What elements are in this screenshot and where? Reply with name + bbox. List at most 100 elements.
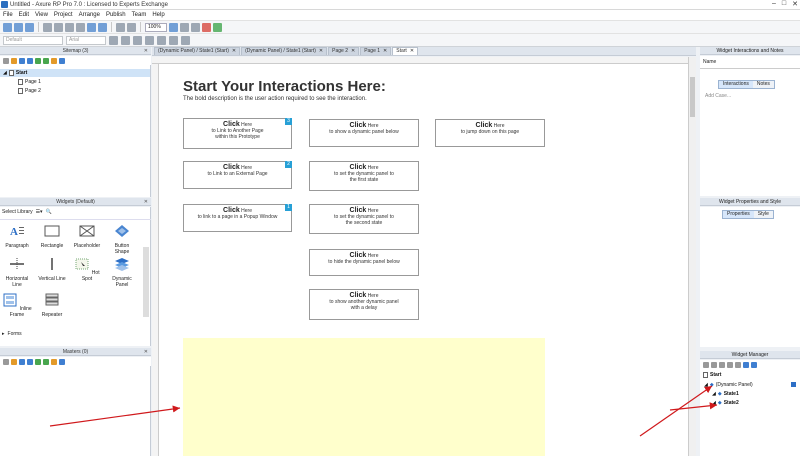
widget-rectangle[interactable]: Rectangle <box>37 224 67 249</box>
link-popup-window-card[interactable]: Click Here to link to a page in a Popup … <box>183 204 292 232</box>
tab-interactions[interactable]: Interactions <box>719 81 753 88</box>
widget-paragraph[interactable]: A Paragraph <box>2 224 32 249</box>
add-master-icon[interactable] <box>3 358 9 365</box>
delete-icon[interactable] <box>735 361 741 368</box>
close-icon[interactable]: ✕ <box>144 348 148 356</box>
zoom-select[interactable]: 100% <box>145 22 167 32</box>
minimize-icon[interactable]: – <box>772 0 776 8</box>
pointer-icon[interactable] <box>169 22 178 32</box>
menu-help[interactable]: Help <box>152 12 164 18</box>
menu-project[interactable]: Project <box>54 12 73 18</box>
close-icon[interactable]: ✕ <box>144 47 148 55</box>
show-dynamic-panel-card[interactable]: Click Here to show a dynamic panel below <box>309 119 419 147</box>
connector-mode-icon[interactable] <box>127 22 136 32</box>
tree-item-start[interactable]: Start <box>703 372 721 378</box>
align-left-icon[interactable] <box>157 35 166 45</box>
menu-arrange[interactable]: Arrange <box>79 12 100 18</box>
close-icon[interactable]: ✕ <box>410 48 414 55</box>
tab-start[interactable]: Start ✕ <box>392 47 419 55</box>
tab-page-2[interactable]: Page 2 ✕ <box>328 47 360 55</box>
align-right-icon[interactable] <box>181 35 190 45</box>
library-select[interactable]: Select Library <box>2 209 33 215</box>
close-icon[interactable]: ✕ <box>351 48 355 55</box>
tab-notes[interactable]: Notes <box>752 81 774 88</box>
tree-item-state2[interactable]: ◢ ◆ State2 <box>712 400 739 406</box>
search-icon[interactable]: 🔍 <box>46 209 52 215</box>
search-icon[interactable] <box>59 358 65 365</box>
menu-publish[interactable]: Publish <box>106 12 126 18</box>
tab-dynamic-panel-state1-b[interactable]: (Dynamic Panel) / State1 (Start) ✕ <box>241 47 328 55</box>
tree-item-state1[interactable]: ◢ ◆ State1 <box>712 391 739 397</box>
widget-hot-spot[interactable]: Hot Spot <box>72 257 102 282</box>
tree-item-dynamic-panel[interactable]: ◢ ◆ (Dynamic Panel) <box>704 382 753 388</box>
move-down-icon[interactable] <box>727 361 733 368</box>
line-color-icon[interactable] <box>213 22 222 32</box>
indent-icon[interactable] <box>35 57 41 64</box>
style-select[interactable]: Default <box>3 35 63 45</box>
visibility-icon[interactable] <box>791 382 796 387</box>
scrollbar-thumb[interactable] <box>690 77 695 117</box>
tab-style[interactable]: Style <box>753 211 773 218</box>
sitemap-item-page1[interactable]: Page 1 <box>18 79 41 85</box>
set-panel-second-state-card[interactable]: Click Here to set the dynamic panel to t… <box>309 204 419 234</box>
collapse-icon[interactable]: ◢ <box>712 400 716 406</box>
copy-icon[interactable] <box>54 22 63 32</box>
jump-down-card[interactable]: Click Here to jump down on this page <box>435 119 545 147</box>
save-icon[interactable] <box>25 22 34 32</box>
widgets-scrollbar[interactable] <box>143 247 149 317</box>
add-state-icon[interactable] <box>703 361 709 368</box>
add-folder-icon[interactable] <box>11 358 17 365</box>
group-icon[interactable] <box>180 22 189 32</box>
widget-vertical-line[interactable]: Vertical Line <box>37 257 67 282</box>
hide-dynamic-panel-card[interactable]: Click Here to hide the dynamic panel bel… <box>309 249 419 276</box>
menu-edit[interactable]: Edit <box>19 12 29 18</box>
cut-icon[interactable] <box>43 22 52 32</box>
widget-repeater[interactable]: Repeater <box>37 293 67 318</box>
move-down-icon[interactable] <box>27 57 33 64</box>
delete-master-icon[interactable] <box>51 358 57 365</box>
link-external-page-card[interactable]: Click Here to Link to an External Page 2 <box>183 161 292 189</box>
close-icon[interactable]: ✕ <box>144 198 148 206</box>
canvas-scrollbar[interactable] <box>688 57 696 456</box>
sitemap-item-page2[interactable]: Page 2 <box>18 88 41 94</box>
widget-inline-frame[interactable]: Inline Frame <box>2 293 32 318</box>
redo-icon[interactable] <box>98 22 107 32</box>
text-color-icon[interactable] <box>145 35 154 45</box>
set-panel-first-state-card[interactable]: Click Here to set the dynamic panel to t… <box>309 161 419 191</box>
collapse-icon[interactable]: ◢ <box>712 391 716 397</box>
move-up-icon[interactable] <box>19 358 25 365</box>
add-page-icon[interactable] <box>3 57 9 64</box>
new-file-icon[interactable] <box>3 22 12 32</box>
menu-icon[interactable]: ☰▾ <box>36 209 43 215</box>
search-icon[interactable] <box>59 57 65 64</box>
duplicate-icon[interactable] <box>711 361 717 368</box>
widget-dynamic-panel[interactable]: Dynamic Panel <box>107 257 137 288</box>
widget-placeholder[interactable]: Placeholder <box>72 224 102 249</box>
font-select[interactable]: Arial <box>66 35 106 45</box>
collapse-icon[interactable]: ◢ <box>704 382 708 388</box>
open-file-icon[interactable] <box>14 22 23 32</box>
close-icon[interactable]: ✕ <box>792 0 798 8</box>
tab-page-1[interactable]: Page 1 ✕ <box>360 47 392 55</box>
fill-color-icon[interactable] <box>202 22 211 32</box>
maximize-icon[interactable]: □ <box>782 0 786 8</box>
align-center-icon[interactable] <box>169 35 178 45</box>
collapse-icon[interactable]: ◢ <box>3 70 7 76</box>
indent-icon[interactable] <box>35 358 41 365</box>
menu-file[interactable]: File <box>3 12 13 18</box>
bold-icon[interactable] <box>109 35 118 45</box>
move-up-icon[interactable] <box>19 57 25 64</box>
add-case-link[interactable]: Add Case... <box>705 93 731 99</box>
format-painter-icon[interactable] <box>76 22 85 32</box>
italic-icon[interactable] <box>121 35 130 45</box>
add-folder-icon[interactable] <box>11 57 17 64</box>
paste-icon[interactable] <box>65 22 74 32</box>
close-icon[interactable]: ✕ <box>383 48 387 55</box>
menu-view[interactable]: View <box>35 12 48 18</box>
search-icon[interactable] <box>751 361 757 368</box>
tab-dynamic-panel-state1[interactable]: (Dynamic Panel) / State1 (Start) ✕ <box>154 47 241 55</box>
select-mode-icon[interactable] <box>116 22 125 32</box>
outdent-icon[interactable] <box>43 358 49 365</box>
outdent-icon[interactable] <box>43 57 49 64</box>
link-another-page-card[interactable]: Click Here to Link to Another Page withi… <box>183 118 292 149</box>
